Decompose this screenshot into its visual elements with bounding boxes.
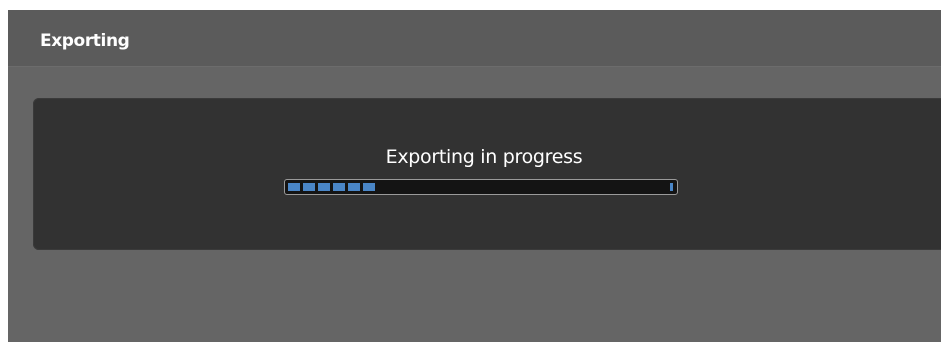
progress-status-text: Exporting in progress bbox=[385, 146, 583, 168]
progress-bar bbox=[284, 179, 678, 195]
export-dialog: Exporting Exporting in progress bbox=[8, 10, 941, 342]
progress-panel: Exporting in progress bbox=[33, 98, 941, 250]
dialog-title-bar: Exporting bbox=[8, 10, 941, 67]
dialog-title: Exporting bbox=[40, 31, 130, 51]
progress-bar-end-cap bbox=[670, 183, 673, 191]
progress-bar-fill bbox=[288, 183, 375, 191]
